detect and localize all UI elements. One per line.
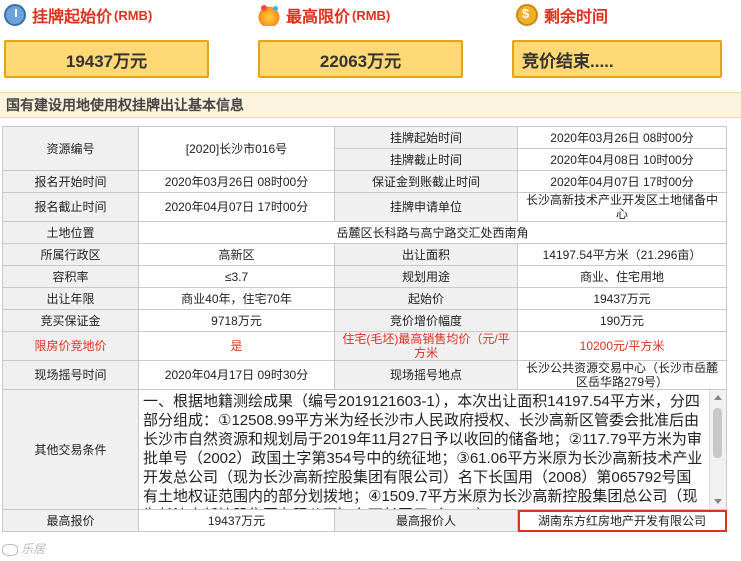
remaining-time-box: 竞价结束..... (512, 40, 722, 78)
deposit-deadline-value: 2020年04月07日 17时00分 (517, 170, 727, 193)
remaining-header: 剩余时间 (516, 2, 608, 28)
applicant-unit-value: 长沙高新技术产业开发区土地储备中心 (517, 192, 727, 222)
scroll-down-arrow-icon[interactable] (714, 499, 722, 504)
far-label: 容积率 (2, 265, 139, 288)
start-price-value: 19437万元 (517, 287, 727, 310)
start-price-box: 19437万元 (4, 40, 209, 78)
price-header: 挂牌起始价 (RMB) 最高限价 (RMB) 剩余时间 19437万元 2206… (0, 0, 741, 90)
land-info-table: 资源编号 [2020]长沙市016号 挂牌起始时间 2020年03月26日 08… (2, 126, 727, 532)
deposit-deadline-label: 保证金到账截止时间 (334, 170, 518, 193)
max-price-title: 最高限价 (286, 9, 351, 26)
term-value: 商业40年，住宅70年 (138, 287, 335, 310)
table-row: 报名开始时间 2020年03月26日 08时00分 保证金到账截止时间 2020… (2, 170, 727, 193)
max-price-header: 最高限价 (RMB) (258, 2, 390, 28)
location-label: 土地位置 (2, 221, 139, 244)
table-row: 其他交易条件 一、根据地籍测绘成果（编号2019121603-1），本次出让面积… (2, 389, 727, 510)
other-conditions-scroll[interactable]: 一、根据地籍测绘成果（编号2019121603-1），本次出让面积14197.5… (140, 390, 726, 509)
max-bid-label: 最高报价 (2, 509, 139, 532)
use-value: 商业、住宅用地 (517, 265, 727, 288)
max-bidder-label: 最高报价人 (334, 509, 518, 532)
listing-end-label: 挂牌截止时间 (334, 148, 518, 171)
other-conditions-label: 其他交易条件 (2, 389, 139, 510)
applicant-unit-label: 挂牌申请单位 (334, 192, 518, 222)
far-value: ≤3.7 (138, 265, 335, 288)
table-row: 现场摇号时间 2020年04月17日 09时30分 现场摇号地点 长沙公共资源交… (2, 360, 727, 390)
table-row: 限房价竞地价 是 住宅(毛坯)最高销售均价（元/平方米 10200元/平方米 (2, 331, 727, 361)
area-value: 14197.54平方米（21.296亩） (517, 243, 727, 266)
location-value: 岳麓区长科路与高宁路交汇处西南角 (138, 221, 727, 244)
max-bid-value: 19437万元 (138, 509, 335, 532)
term-label: 出让年限 (2, 287, 139, 310)
max-bidder-value: 湖南东方红房地产开发有限公司 (517, 509, 727, 532)
watermark-logo-icon (2, 543, 18, 556)
lottery-place-value: 长沙公共资源交易中心（长沙市岳麓区岳华路279号） (517, 360, 727, 390)
section-title: 国有建设用地使用权挂牌出让基本信息 (0, 92, 741, 118)
max-sale-price-value: 10200元/平方米 (517, 331, 727, 361)
district-label: 所属行政区 (2, 243, 139, 266)
watermark-text: 乐居 (21, 542, 46, 556)
table-row: 土地位置 岳麓区长科路与高宁路交汇处西南角 (2, 221, 727, 244)
listing-start-value: 2020年03月26日 08时00分 (517, 126, 727, 149)
lottery-time-label: 现场摇号时间 (2, 360, 139, 390)
start-price-unit: (RMB) (114, 7, 153, 23)
bid-deposit-value: 9718万元 (138, 309, 335, 332)
firework-icon (258, 4, 280, 26)
limit-price-label: 限房价竞地价 (2, 331, 139, 361)
remaining-title: 剩余时间 (544, 9, 609, 26)
bid-deposit-label: 竞买保证金 (2, 309, 139, 332)
table-row: 报名截止时间 2020年04月07日 17时00分 挂牌申请单位 长沙高新技术产… (2, 192, 727, 222)
limit-price-value: 是 (138, 331, 335, 361)
district-value: 高新区 (138, 243, 335, 266)
listing-end-value: 2020年04月08日 10时00分 (517, 148, 727, 171)
resource-no-label: 资源编号 (2, 126, 139, 171)
other-conditions-cell: 一、根据地籍测绘成果（编号2019121603-1），本次出让面积14197.5… (138, 389, 727, 510)
apply-start-label: 报名开始时间 (2, 170, 139, 193)
area-label: 出让面积 (334, 243, 518, 266)
other-conditions-text: 一、根据地籍测绘成果（编号2019121603-1），本次出让面积14197.5… (143, 393, 703, 509)
increment-value: 190万元 (517, 309, 727, 332)
table-row: 资源编号 [2020]长沙市016号 挂牌起始时间 2020年03月26日 08… (2, 126, 727, 171)
table-row: 最高报价 19437万元 最高报价人 湖南东方红房地产开发有限公司 (2, 509, 727, 532)
apply-start-value: 2020年03月26日 08时00分 (138, 170, 335, 193)
max-sale-price-label: 住宅(毛坯)最高销售均价（元/平方米 (334, 331, 518, 361)
use-label: 规划用途 (334, 265, 518, 288)
start-price-label: 起始价 (334, 287, 518, 310)
scrollbar-thumb[interactable] (713, 408, 722, 458)
scrollbar[interactable] (709, 390, 726, 509)
max-price-box: 22063万元 (258, 40, 463, 78)
max-price-unit: (RMB) (352, 7, 391, 23)
apply-end-label: 报名截止时间 (2, 192, 139, 222)
scroll-up-arrow-icon[interactable] (714, 395, 722, 400)
increment-label: 竞价增价幅度 (334, 309, 518, 332)
lottery-place-label: 现场摇号地点 (334, 360, 518, 390)
lottery-time-value: 2020年04月17日 09时30分 (138, 360, 335, 390)
table-row: 容积率 ≤3.7 规划用途 商业、住宅用地 (2, 265, 727, 288)
table-row: 竞买保证金 9718万元 竞价增价幅度 190万元 (2, 309, 727, 332)
clock-icon (4, 4, 26, 26)
coin-icon (516, 4, 538, 26)
resource-no-value: [2020]长沙市016号 (138, 126, 335, 171)
start-price-header: 挂牌起始价 (RMB) (4, 2, 152, 28)
apply-end-value: 2020年04月07日 17时00分 (138, 192, 335, 222)
start-price-title: 挂牌起始价 (32, 9, 113, 26)
listing-start-label: 挂牌起始时间 (334, 126, 518, 149)
table-row: 出让年限 商业40年，住宅70年 起始价 19437万元 (2, 287, 727, 310)
table-row: 所属行政区 高新区 出让面积 14197.54平方米（21.296亩） (2, 243, 727, 266)
watermark: 乐居 (2, 540, 45, 557)
